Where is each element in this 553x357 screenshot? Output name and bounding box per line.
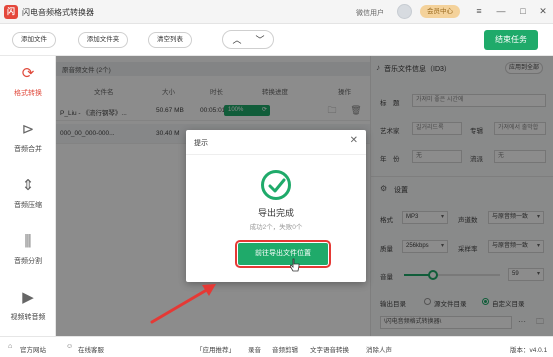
sidebar: ⟳ 格式转换 ⊳ 音频合并 ⇕ 音频压缩 ⫼ 音频分割 ▶ 视频转音频	[0, 56, 56, 336]
maximize-icon[interactable]: □	[516, 4, 530, 18]
sidebar-item-merge[interactable]: ⊳ 音频合并	[0, 112, 56, 168]
vip-button[interactable]: 会员中心	[420, 5, 460, 18]
divider	[186, 154, 366, 155]
minimize-icon[interactable]: —	[494, 4, 508, 18]
remove-vocal-link[interactable]: 消除人声	[366, 344, 392, 354]
record-link[interactable]: 录音	[248, 344, 261, 354]
sidebar-item-label: 音频压缩	[14, 202, 42, 209]
version-text: 版本：v4.0.1	[510, 347, 548, 354]
add-folder-button[interactable]: 添加文件夹	[78, 32, 128, 48]
app-title: 闪电音频格式转换器	[22, 8, 94, 17]
add-file-button[interactable]: 添加文件	[12, 32, 56, 48]
export-dialog: 提示 ✕ 导出完成 成功2个，失败0个 前往导出文件位置	[186, 130, 366, 282]
sidebar-item-label: 视频转音频	[10, 314, 46, 321]
dialog-title: 提示	[194, 140, 208, 147]
service-icon: ☺	[66, 343, 74, 350]
app-recommend-link[interactable]: 「应用推荐」	[196, 344, 235, 354]
sidebar-item-format-convert[interactable]: ⟳ 格式转换	[0, 56, 56, 112]
start-button[interactable]: 结束任务	[484, 30, 538, 50]
video-icon: ▶	[22, 289, 34, 306]
app-logo-icon: 闪	[4, 5, 18, 19]
close-icon[interactable]: ✕	[350, 135, 358, 146]
dialog-main-text: 导出完成	[257, 208, 294, 218]
tts-link[interactable]: 文字语音转换	[310, 344, 349, 354]
sidebar-item-split[interactable]: ⫼ 音频分割	[0, 224, 56, 280]
close-icon[interactable]: ✕	[536, 4, 550, 18]
sidebar-item-label: 音频合并	[14, 146, 42, 153]
split-icon: ⫼	[24, 233, 32, 250]
website-link[interactable]: 官方网站	[20, 344, 46, 354]
success-check-icon	[261, 170, 291, 200]
menu-icon[interactable]: ≡	[472, 4, 486, 18]
avatar[interactable]	[397, 4, 412, 19]
merge-icon: ⊳	[21, 121, 35, 138]
sidebar-item-label: 格式转换	[14, 90, 42, 97]
status-bar: ⌂ 官方网站 ☺ 在线客服 「应用推荐」 录音 音频剪辑 文字语音转换 消除人声…	[0, 336, 553, 357]
hand-cursor-icon	[290, 258, 300, 272]
clear-list-button[interactable]: 清空列表	[148, 32, 192, 48]
toolbar: 添加文件 添加文件夹 清空列表 ︿ ﹀ 结束任务	[0, 24, 553, 56]
compress-icon: ⇕	[21, 177, 35, 194]
refresh-icon: ⟳	[21, 65, 35, 82]
service-link[interactable]: 在线客服	[78, 344, 104, 354]
website-icon: ⌂	[8, 343, 13, 350]
sidebar-item-compress[interactable]: ⇕ 音频压缩	[0, 168, 56, 224]
user-name[interactable]: 微信用户	[356, 8, 384, 18]
open-export-folder-button[interactable]: 前往导出文件位置	[235, 240, 331, 268]
sidebar-item-video-to-audio[interactable]: ▶ 视频转音频	[0, 280, 56, 336]
chevron-up-icon[interactable]: ︿	[228, 33, 246, 46]
reorder-control: ︿ ﹀	[222, 30, 274, 49]
sidebar-item-label: 音频分割	[14, 258, 42, 265]
audio-edit-link[interactable]: 音频剪辑	[272, 344, 298, 354]
title-bar: 闪 闪电音频格式转换器 微信用户 会员中心 ≡ — □ ✕	[0, 0, 553, 24]
chevron-down-icon[interactable]: ﹀	[251, 33, 269, 46]
dialog-sub-text: 成功2个，失败0个	[249, 224, 303, 231]
